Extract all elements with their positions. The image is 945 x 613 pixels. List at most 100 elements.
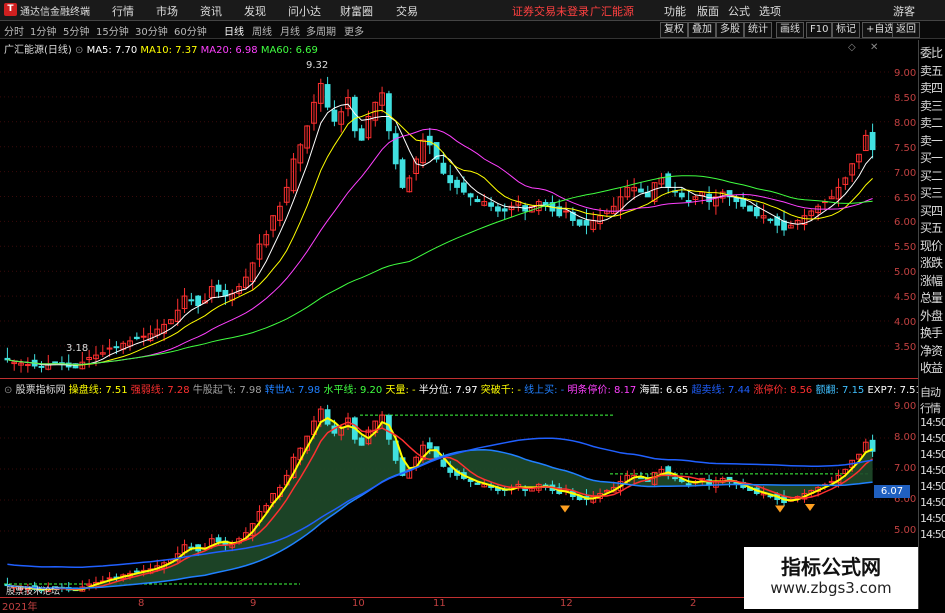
high-price-label: 9.32 <box>306 60 328 71</box>
quote-field-0: 委比 <box>920 46 943 60</box>
tick-field-5: 14:50 <box>920 464 945 477</box>
ind-candle-body <box>358 437 365 446</box>
candle-body <box>52 361 58 364</box>
draw-line-button[interactable]: 画线 <box>776 22 804 38</box>
quote-field-2: 卖四 <box>920 81 943 95</box>
ma10-line <box>7 109 873 366</box>
candle-body <box>426 135 433 146</box>
ind-candle-body <box>106 577 113 580</box>
ma20-line <box>7 128 873 365</box>
period-intraday[interactable]: 分时 <box>4 23 24 38</box>
candle-body <box>685 200 692 203</box>
x-label-12: 12 <box>560 598 573 609</box>
menu-news[interactable]: 资讯 <box>200 3 222 19</box>
candle-body <box>665 173 672 188</box>
candle-body <box>38 365 45 368</box>
kline-chart[interactable]: 9.32 3.18 <box>0 52 918 378</box>
candle-body <box>447 175 454 184</box>
candle-body <box>188 299 195 302</box>
candle-body <box>324 84 331 108</box>
candle-body <box>767 218 774 221</box>
quote-field-13: 涨幅 <box>920 273 943 288</box>
candle-body <box>113 346 120 349</box>
quote-field-18: 收益 <box>920 361 943 375</box>
adjust-button[interactable]: 复权 <box>660 22 688 38</box>
main-y-tick: 7.00 <box>894 167 917 179</box>
quote-field-11: 现价 <box>920 238 943 253</box>
quote-field-9: 买四 <box>920 203 943 218</box>
ind-candle-body <box>426 442 433 449</box>
tick-field-4: 14:50 <box>920 448 945 461</box>
candle-body <box>399 159 406 188</box>
period-60min[interactable]: 60分钟 <box>174 23 207 38</box>
menu-options[interactable]: 选项 <box>759 3 781 19</box>
candle-body <box>495 206 501 212</box>
trade-login-notice[interactable]: 证券交易未登录 <box>512 3 589 19</box>
menu-layout[interactable]: 版面 <box>697 3 719 19</box>
candle-body <box>460 182 467 193</box>
candle-body <box>440 162 447 174</box>
period-weekly[interactable]: 周线 <box>252 23 272 38</box>
menu-formula[interactable]: 公式 <box>728 3 750 19</box>
quote-side-panel: 委比 卖五 卖四 卖三 卖二 卖一 买一 买二 买三 买四 买五 现价 涨跌 涨幅 总量 外盘 换手 净资 收益 自动… <box>918 40 945 609</box>
menu-wealth[interactable]: 财富圈 <box>340 3 373 19</box>
multi-stock-button[interactable]: 多股 <box>716 22 744 38</box>
tick-field-6: 14:50 <box>920 480 945 493</box>
period-5min[interactable]: 5分钟 <box>63 23 89 38</box>
mark-button[interactable]: 标记 <box>832 22 860 38</box>
guest-login[interactable]: 游客 <box>893 3 915 19</box>
watermark-url: www.zbgs3.com <box>770 579 892 597</box>
upper-band-line <box>7 437 873 569</box>
menu-ask[interactable]: 问小达 <box>288 3 321 19</box>
candle-body <box>454 179 460 188</box>
main-y-tick: 6.00 <box>894 217 917 229</box>
main-y-tick: 5.50 <box>894 242 917 254</box>
main-y-tick: 8.00 <box>894 117 917 129</box>
candle-body <box>488 202 494 207</box>
main-y-tick: 6.50 <box>894 192 917 204</box>
main-y-axis: 9.00 8.50 8.00 7.50 7.00 6.50 6.00 5.50 5.00 4.50… <box>891 52 918 378</box>
tick-field-8: 14:50 <box>920 512 945 525</box>
menu-market[interactable]: 市场 <box>156 3 178 19</box>
candle-body <box>24 364 31 367</box>
app-logo-icon: T <box>4 3 17 16</box>
menu-function[interactable]: 功能 <box>664 3 686 19</box>
buy-signal-icon <box>560 505 570 513</box>
period-toolbar: 分时 1分钟 5分钟 15分钟 30分钟 60分钟 日线 周线 月线 多周期 更… <box>0 21 945 39</box>
quote-field-7: 买二 <box>920 168 943 183</box>
period-multi[interactable]: 多周期 <box>306 23 336 38</box>
period-more[interactable]: 更多 <box>344 23 364 38</box>
candle-body <box>747 205 753 212</box>
period-monthly[interactable]: 月线 <box>280 23 300 38</box>
quote-field-4: 卖二 <box>920 116 943 130</box>
menu-quotes[interactable]: 行情 <box>112 3 134 19</box>
candle-body <box>753 207 760 217</box>
period-daily[interactable]: 日线 <box>224 23 244 38</box>
main-y-tick: 7.50 <box>894 142 917 154</box>
quote-field-17: 净资 <box>920 343 943 358</box>
menu-discover[interactable]: 发现 <box>244 3 266 19</box>
site-watermark: 指标公式网 www.zbgs3.com <box>744 547 918 609</box>
statistics-button[interactable]: 统计 <box>744 22 772 38</box>
ma5-line <box>7 103 873 366</box>
menu-trade[interactable]: 交易 <box>396 3 418 19</box>
period-15min[interactable]: 15分钟 <box>96 23 129 38</box>
quote-field-8: 买三 <box>920 186 943 200</box>
ind-candle-body <box>440 459 447 467</box>
buy-signal-icon <box>805 504 815 512</box>
f10-button[interactable]: F10 <box>806 22 833 38</box>
indicator-line-0 <box>7 416 874 591</box>
back-button[interactable]: 返回 <box>892 22 920 38</box>
ind-candle-body <box>665 466 672 476</box>
quote-field-16: 换手 <box>920 326 943 340</box>
period-1min[interactable]: 1分钟 <box>30 23 56 38</box>
candle-body <box>140 335 147 338</box>
ind-candle-body <box>215 537 222 543</box>
period-30min[interactable]: 30分钟 <box>135 23 168 38</box>
candle-body <box>474 198 481 203</box>
overlay-button[interactable]: 叠加 <box>688 22 716 38</box>
ind-candle-body <box>324 409 331 425</box>
candle-body <box>576 219 583 226</box>
indicator-line-1 <box>7 421 874 590</box>
tick-field-7: 14:50 <box>920 496 945 509</box>
